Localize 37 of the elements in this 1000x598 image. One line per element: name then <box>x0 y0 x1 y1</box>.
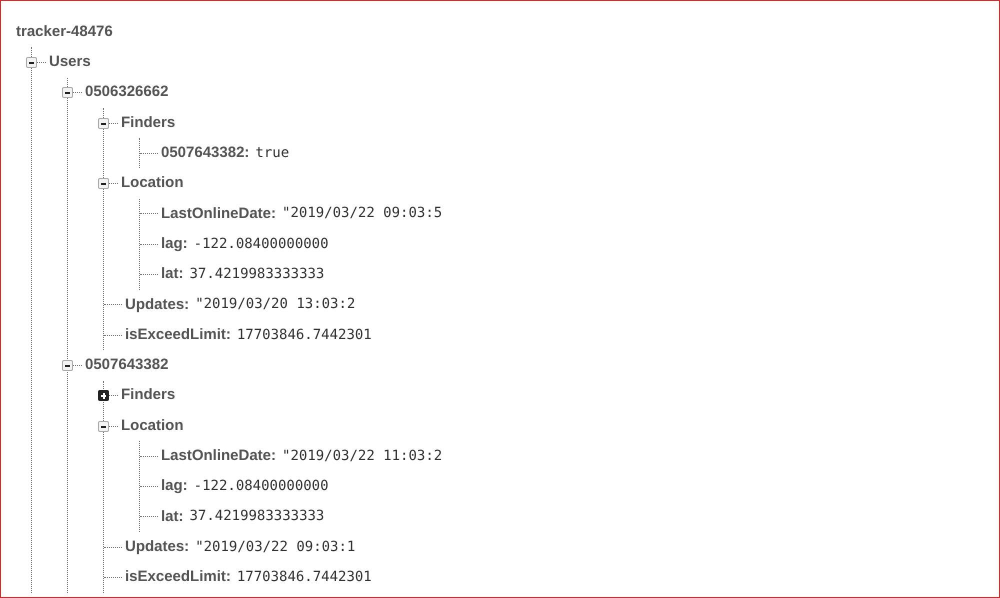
node-value: "2019/03/22 11:03:2 <box>282 446 442 466</box>
node-key: Location <box>121 172 184 195</box>
node-key: 0507643382 <box>85 354 168 377</box>
node-key: isExceedLimit: <box>125 566 231 589</box>
node-value: 37.4219983333333 <box>190 507 324 526</box>
collapse-toggle[interactable] <box>98 420 109 432</box>
collapse-toggle[interactable] <box>98 178 109 190</box>
expand-toggle[interactable] <box>98 390 109 402</box>
collapse-toggle[interactable] <box>62 360 73 371</box>
collapse-toggle[interactable] <box>98 118 109 129</box>
node-value: -122.08400000000 <box>194 234 329 254</box>
node-key: LastOnlineDate: <box>161 202 276 226</box>
node-key: Location <box>121 414 184 438</box>
node-key: 0507643382: <box>161 142 250 165</box>
database-name: tracker-48476 <box>16 22 113 42</box>
node-key: Updates: <box>125 536 190 558</box>
node-key: lat: <box>161 263 184 286</box>
node-key: lag: <box>161 475 188 498</box>
node-value: "2019/03/22 09:03:1 <box>195 538 356 557</box>
node-value: -122.08400000000 <box>194 477 329 496</box>
collapse-toggle[interactable] <box>26 56 37 68</box>
node-value: 37.4219983333333 <box>190 265 324 284</box>
node-value: "2019/03/20 13:03:2 <box>195 295 356 314</box>
node-key: lat: <box>161 506 184 528</box>
node-key: Updates: <box>125 294 190 316</box>
collapse-toggle[interactable] <box>62 87 73 98</box>
node-value: "2019/03/22 09:03:5 <box>282 204 442 224</box>
node-key: Finders <box>121 384 176 407</box>
node-key: 0506326662 <box>85 81 168 104</box>
node-key: LastOnlineDate: <box>161 445 276 468</box>
node-key: isExceedLimit: <box>125 324 231 346</box>
node-key: Users <box>49 51 91 74</box>
node-value: true <box>255 144 290 163</box>
node-value: 17703846.7442301 <box>236 326 372 345</box>
node-value: 17703846.7442301 <box>236 568 372 587</box>
node-key: Finders <box>121 112 176 134</box>
node-key: lag: <box>161 232 188 256</box>
